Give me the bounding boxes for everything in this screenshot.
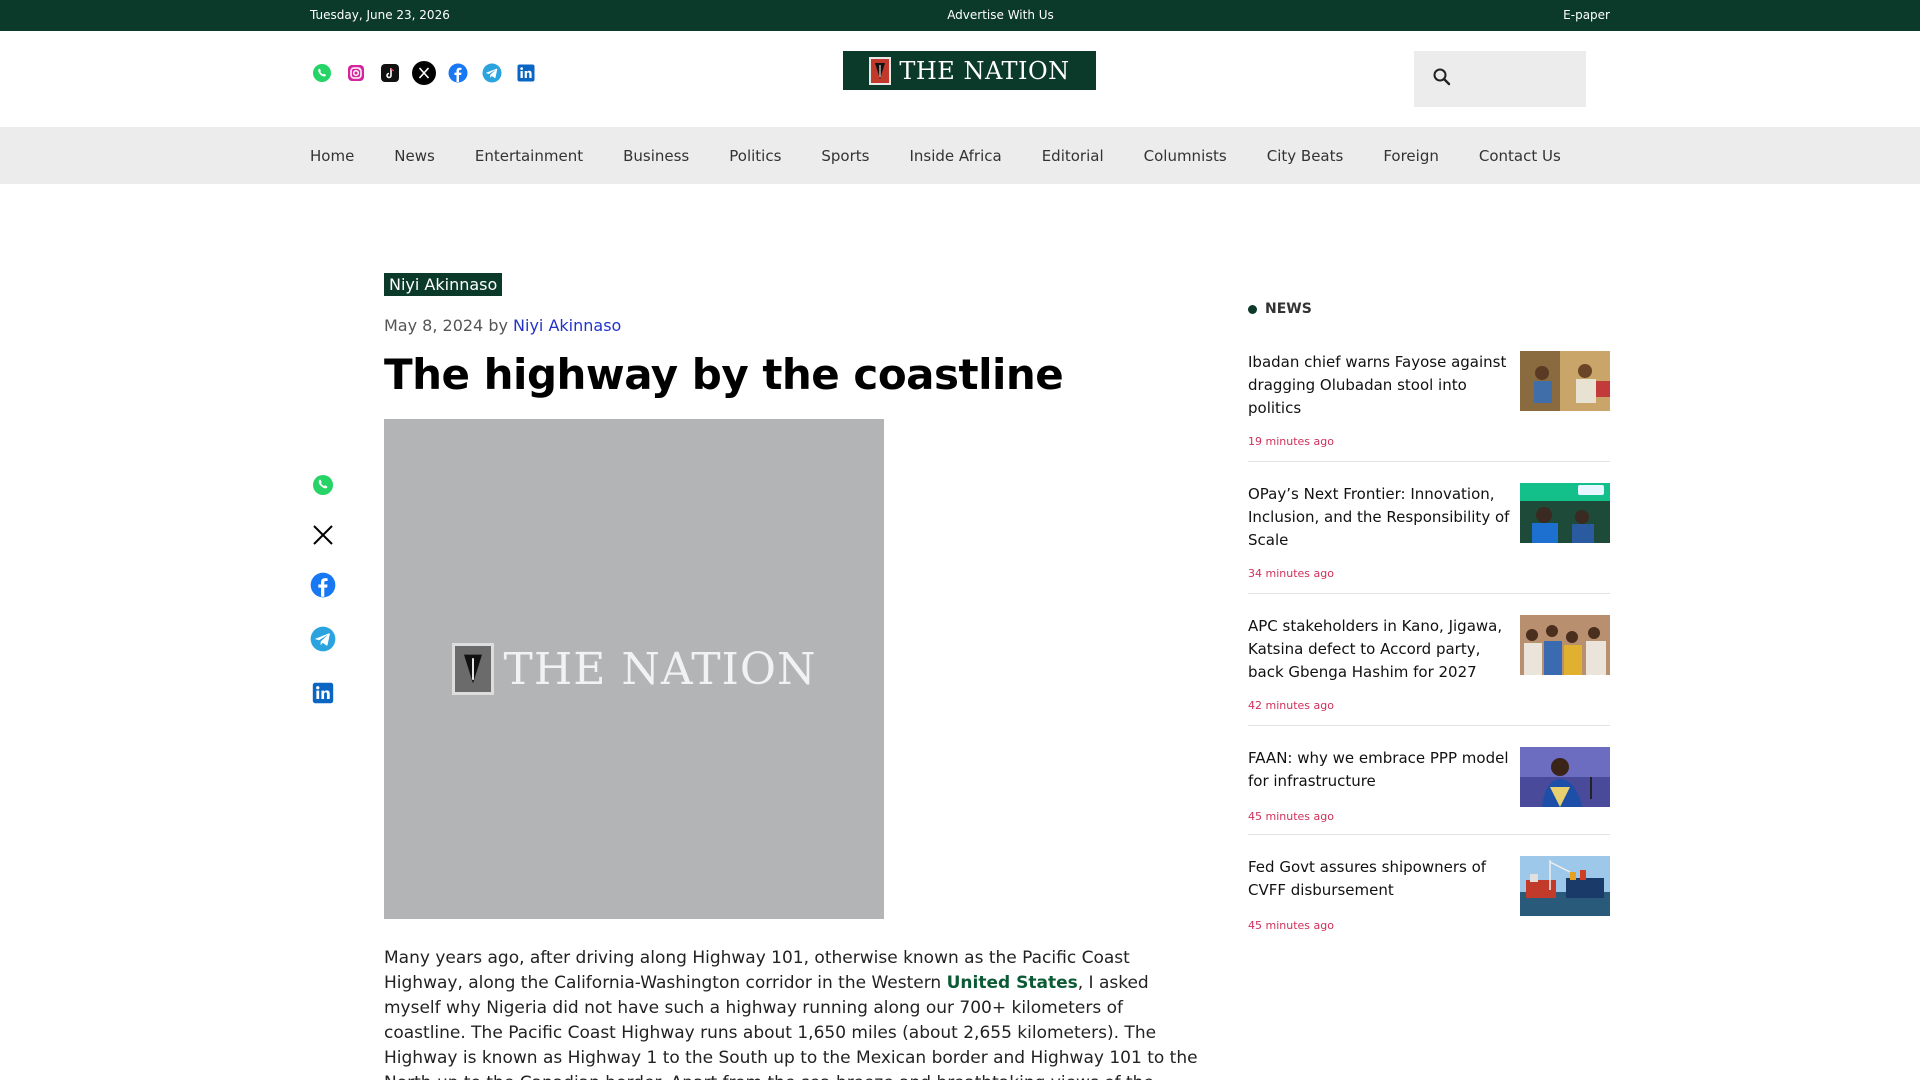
article-meta: May 8, 2024 by Niyi Akinnaso [384, 316, 621, 335]
news-headline[interactable]: FAAN: why we embrace PPP model for infra… [1248, 747, 1516, 793]
news-time: 45 minutes ago [1248, 810, 1334, 823]
bullet-dot-icon [1248, 304, 1257, 314]
article-by: by [488, 316, 508, 335]
epaper-link[interactable]: E-paper [1563, 8, 1610, 22]
logo-text: THE NATION [899, 56, 1070, 85]
main-navigation: Home News Entertainment Business Politic… [0, 127, 1920, 184]
telegram-icon[interactable] [480, 61, 504, 85]
share-telegram-icon[interactable] [310, 626, 336, 652]
search-box[interactable] [1414, 51, 1586, 107]
sidebar-news-item[interactable]: APC stakeholders in Kano, Jigawa, Katsin… [1248, 615, 1610, 726]
news-time: 19 minutes ago [1248, 435, 1334, 448]
nav-item-contact-us[interactable]: Contact Us [1479, 147, 1561, 165]
logo-crest-icon [869, 56, 892, 85]
nav-item-editorial[interactable]: Editorial [1042, 147, 1104, 165]
category-tag[interactable]: Niyi Akinnaso [384, 273, 503, 296]
facebook-icon[interactable] [446, 61, 470, 85]
share-linkedin-icon[interactable] [310, 680, 336, 706]
news-thumbnail-image[interactable] [1520, 351, 1610, 411]
tiktok-icon[interactable] [378, 61, 402, 85]
news-thumbnail-image[interactable] [1520, 747, 1610, 807]
article-title: The highway by the coastline [384, 350, 1064, 399]
share-x-icon[interactable] [310, 522, 336, 548]
news-time: 42 minutes ago [1248, 699, 1334, 712]
nav-item-foreign[interactable]: Foreign [1383, 147, 1439, 165]
share-facebook-icon[interactable] [310, 572, 336, 598]
site-logo[interactable]: THE NATION [843, 51, 1096, 90]
site-header: THE NATION [0, 31, 1920, 127]
news-thumbnail-image[interactable] [1520, 856, 1610, 916]
news-thumbnail-image[interactable] [1520, 483, 1610, 543]
share-whatsapp-icon[interactable] [310, 472, 336, 498]
search-icon[interactable] [1432, 67, 1452, 91]
article-date: May 8, 2024 [384, 316, 484, 335]
hero-crest-icon [451, 643, 494, 695]
nav-item-inside-africa[interactable]: Inside Africa [909, 147, 1001, 165]
nav-item-business[interactable]: Business [623, 147, 689, 165]
sidebar-news-item[interactable]: Fed Govt assures shipowners of CVFF disb… [1248, 856, 1610, 946]
news-headline[interactable]: Fed Govt assures shipowners of CVFF disb… [1248, 856, 1516, 902]
sidebar-heading-label: NEWS [1265, 301, 1312, 317]
news-headline[interactable]: Ibadan chief warns Fayose against draggi… [1248, 351, 1516, 420]
nav-item-entertainment[interactable]: Entertainment [475, 147, 583, 165]
sidebar-news-item[interactable]: FAAN: why we embrace PPP model for infra… [1248, 747, 1610, 835]
news-headline[interactable]: OPay’s Next Frontier: Innovation, Inclus… [1248, 483, 1516, 552]
article-body: Many years ago, after driving along High… [384, 946, 1199, 1080]
instagram-icon[interactable] [344, 61, 368, 85]
nav-item-news[interactable]: News [394, 147, 435, 165]
linkedin-icon[interactable] [514, 61, 538, 85]
x-icon[interactable] [412, 61, 436, 85]
news-thumbnail-image[interactable] [1520, 615, 1610, 675]
article-hero-image: THE NATION [384, 419, 884, 919]
nav-item-columnists[interactable]: Columnists [1144, 147, 1227, 165]
social-links [310, 61, 538, 85]
whatsapp-icon[interactable] [310, 61, 334, 85]
author-link[interactable]: Niyi Akinnaso [513, 316, 621, 335]
nav-item-city-beats[interactable]: City Beats [1267, 147, 1344, 165]
sidebar-news-item[interactable]: OPay’s Next Frontier: Innovation, Inclus… [1248, 483, 1610, 594]
news-headline[interactable]: APC stakeholders in Kano, Jigawa, Katsin… [1248, 615, 1516, 684]
nav-item-politics[interactable]: Politics [729, 147, 781, 165]
sidebar-news-item[interactable]: Ibadan chief warns Fayose against draggi… [1248, 351, 1610, 462]
advertise-link[interactable]: Advertise With Us [0, 8, 1920, 22]
nav-item-sports[interactable]: Sports [821, 147, 869, 165]
sidebar-heading: NEWS [1248, 301, 1312, 317]
top-bar: Tuesday, June 23, 2026 Advertise With Us… [0, 0, 1920, 31]
nav-item-home[interactable]: Home [310, 147, 354, 165]
hero-logo-text: THE NATION [503, 643, 817, 695]
news-time: 45 minutes ago [1248, 919, 1334, 932]
united-states-link[interactable]: United States [947, 973, 1078, 993]
news-time: 34 minutes ago [1248, 567, 1334, 580]
